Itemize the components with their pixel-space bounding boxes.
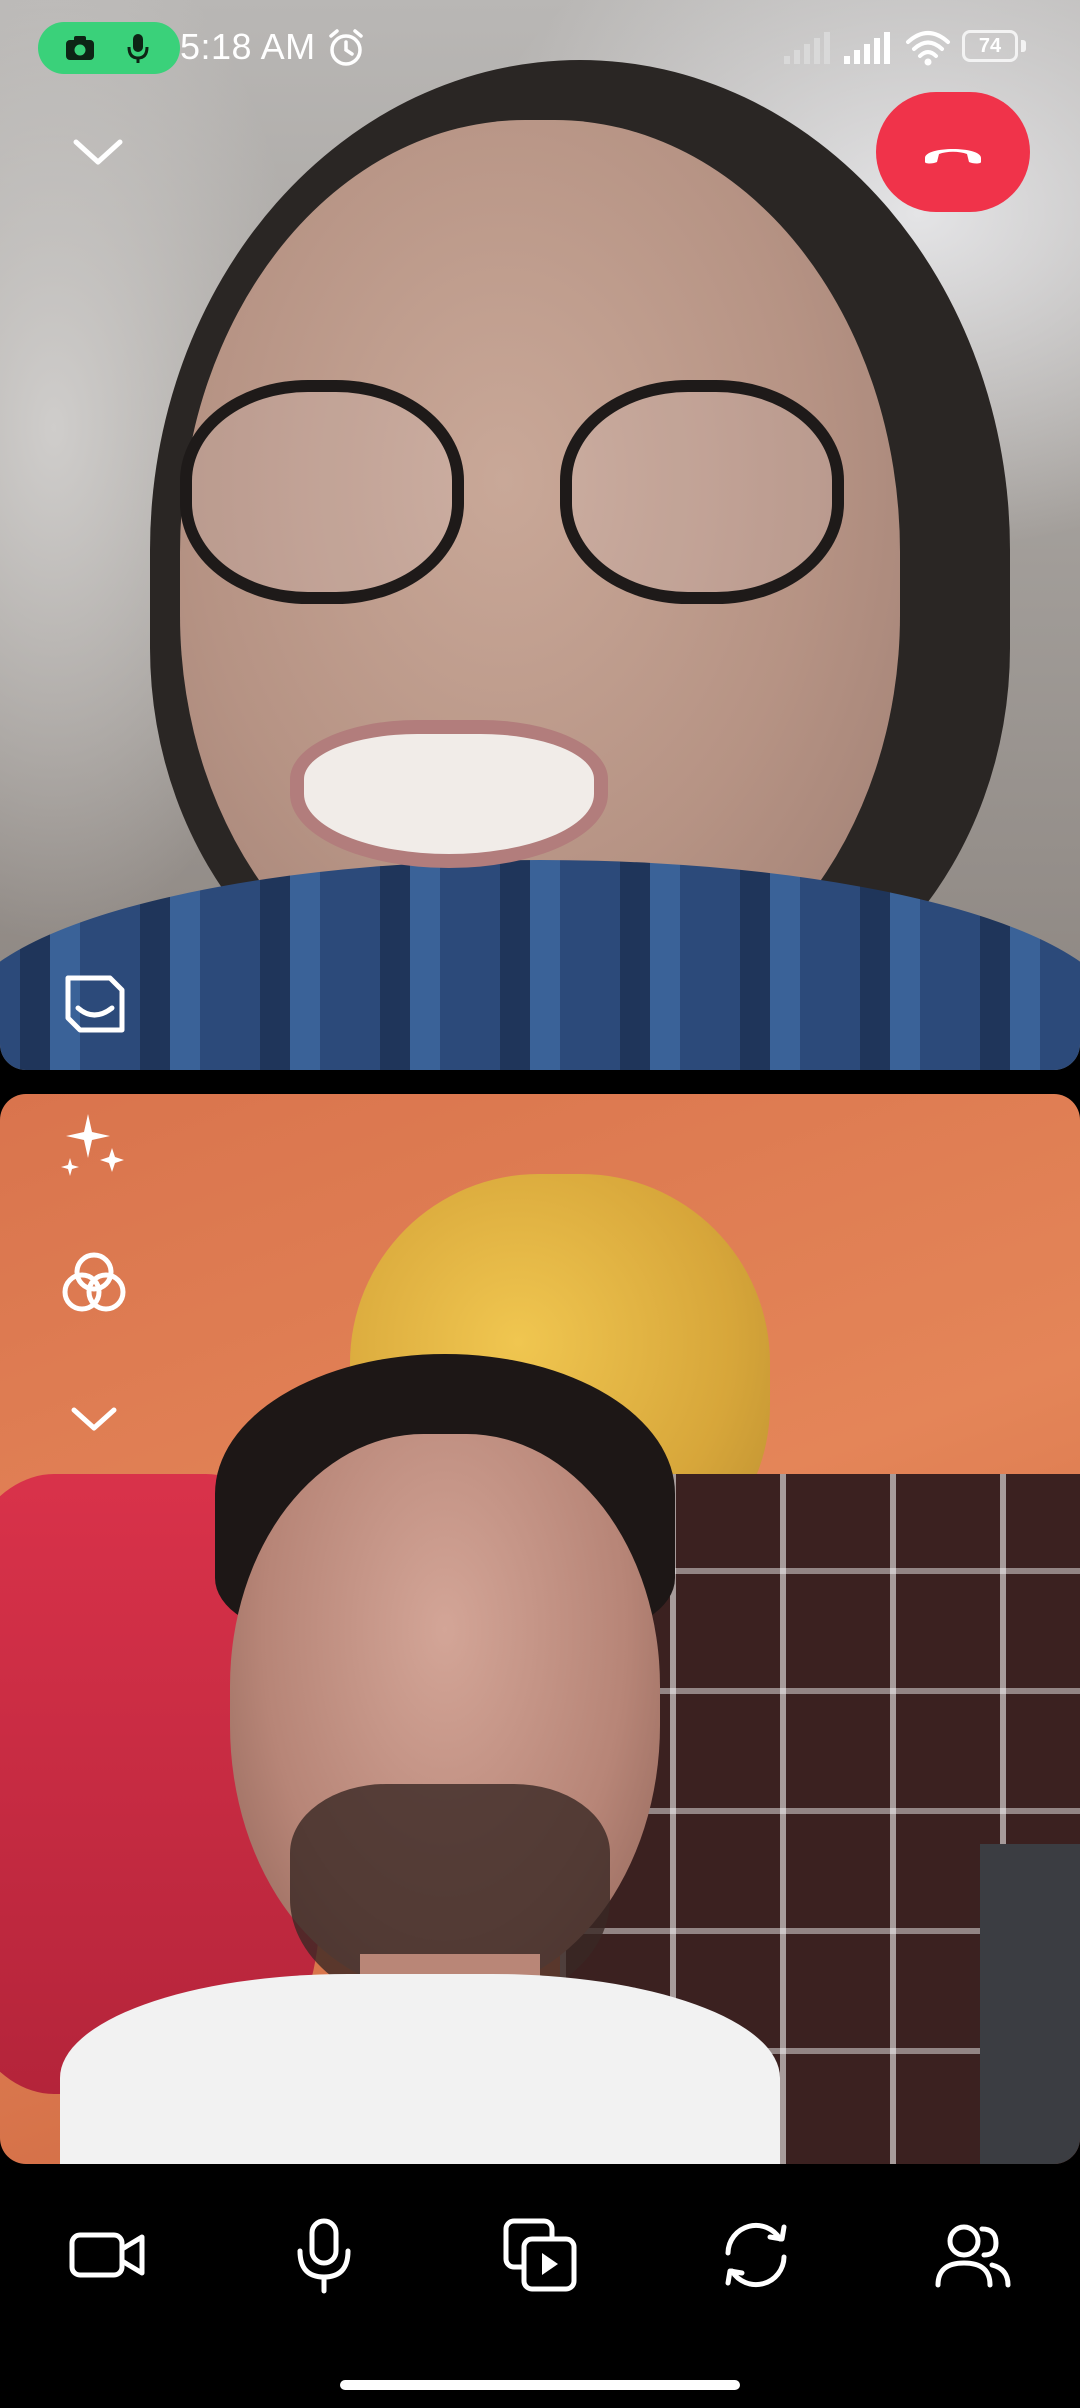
camera-toggle-button[interactable] bbox=[58, 2205, 158, 2305]
video-camera-icon bbox=[69, 2232, 145, 2278]
microphone-icon bbox=[127, 34, 149, 63]
chevron-down-icon bbox=[73, 139, 123, 165]
chevron-down-icon bbox=[71, 1407, 117, 1431]
microphone-toggle-button[interactable] bbox=[274, 2205, 374, 2305]
battery-level: 74 bbox=[962, 30, 1018, 62]
share-media-button[interactable] bbox=[490, 2205, 590, 2305]
status-time: 5:18 AM bbox=[180, 26, 316, 67]
participants-button[interactable] bbox=[922, 2205, 1022, 2305]
call-controls bbox=[0, 2180, 1080, 2330]
sparkles-effects-icon bbox=[61, 1114, 124, 1176]
filters-button[interactable] bbox=[56, 1246, 132, 1322]
privacy-indicator bbox=[38, 22, 180, 74]
alarm-icon bbox=[329, 29, 363, 66]
end-call-button[interactable] bbox=[876, 92, 1030, 212]
video-call-screen: 5:18 AM 74 bbox=[0, 0, 1080, 2408]
cellular-signal-icon bbox=[784, 32, 830, 64]
wifi-icon bbox=[906, 31, 950, 66]
effects-button[interactable] bbox=[54, 1108, 130, 1184]
self-preview-video[interactable] bbox=[0, 1094, 1080, 2164]
end-call-icon bbox=[925, 149, 981, 164]
people-icon bbox=[935, 2224, 1011, 2288]
status-bar: 5:18 AM 74 bbox=[0, 0, 1080, 100]
battery-indicator: 74 bbox=[962, 30, 1026, 66]
cellular-signal-icon bbox=[844, 32, 890, 64]
switch-camera-icon bbox=[725, 2222, 787, 2288]
sticker-button[interactable] bbox=[54, 964, 134, 1044]
camera-icon bbox=[65, 36, 94, 60]
home-indicator[interactable] bbox=[340, 2380, 740, 2390]
minimize-call-button[interactable] bbox=[66, 126, 130, 174]
sticker-icon bbox=[65, 975, 125, 1033]
microphone-icon bbox=[297, 2218, 351, 2294]
filters-icon bbox=[62, 1252, 126, 1312]
media-play-icon bbox=[503, 2218, 577, 2292]
remote-participant-video[interactable] bbox=[0, 0, 1080, 1070]
flip-camera-button[interactable] bbox=[706, 2205, 806, 2305]
more-effects-button[interactable] bbox=[66, 1398, 122, 1442]
